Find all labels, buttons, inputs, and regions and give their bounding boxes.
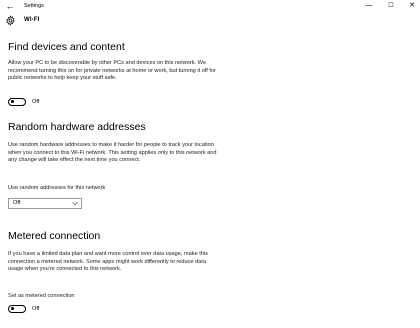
page-title: WI-FI bbox=[24, 17, 40, 23]
metered-toggle-state: Off bbox=[32, 306, 40, 312]
toggle-knob bbox=[11, 307, 15, 311]
minimize-button[interactable]: — bbox=[362, 0, 376, 12]
find-devices-toggle-state: Off bbox=[32, 99, 40, 105]
maximize-button[interactable]: ☐ bbox=[384, 0, 398, 12]
window-title: Settings bbox=[24, 3, 44, 9]
find-devices-toggle[interactable] bbox=[8, 98, 26, 106]
find-devices-description: Allow your PC to be discoverable by othe… bbox=[8, 60, 216, 82]
random-addresses-description: Use random hardware addresses to make it… bbox=[8, 142, 217, 164]
chevron-down-icon bbox=[72, 202, 78, 206]
dropdown-selected-value: Off bbox=[13, 200, 21, 206]
metered-connection-description: If you have a limited data plan and want… bbox=[8, 251, 208, 273]
metered-connection-heading: Metered connection bbox=[8, 230, 101, 242]
find-devices-heading: Find devices and content bbox=[8, 41, 125, 53]
title-bar: ← Settings — ☐ ✕ bbox=[0, 0, 420, 12]
random-addresses-dropdown[interactable]: Off bbox=[8, 198, 82, 209]
gear-icon bbox=[6, 15, 15, 26]
back-button[interactable]: ← bbox=[5, 0, 15, 12]
close-button[interactable]: ✕ bbox=[405, 0, 419, 12]
metered-connection-toggle[interactable] bbox=[8, 305, 26, 313]
metered-connection-toggle-label: Set as metered connection bbox=[8, 293, 75, 299]
page-header: WI-FI bbox=[0, 12, 420, 29]
random-addresses-heading: Random hardware addresses bbox=[8, 121, 146, 133]
toggle-knob bbox=[11, 100, 15, 104]
random-addresses-select-label: Use random addresses for this network bbox=[8, 185, 106, 191]
